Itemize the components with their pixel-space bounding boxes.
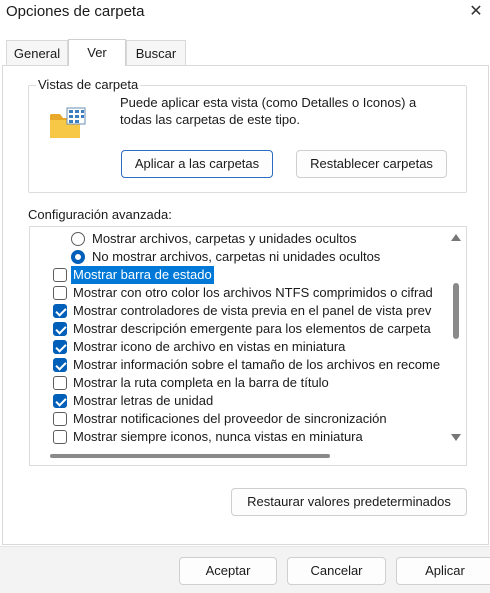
list-item[interactable]: Mostrar descripción emergente para los e…	[30, 320, 446, 338]
folder-views-legend: Vistas de carpeta	[36, 77, 141, 92]
list-item[interactable]: Mostrar letras de unidad	[30, 392, 446, 410]
tab-buscar[interactable]: Buscar	[126, 40, 186, 65]
horizontal-scroll-thumb[interactable]	[50, 454, 330, 458]
checkbox[interactable]	[53, 430, 67, 444]
tab-ver[interactable]: Ver	[68, 39, 126, 66]
checkbox[interactable]	[53, 322, 67, 336]
list-item-label: Mostrar controladores de vista previa en…	[73, 303, 432, 318]
list-item-label: Mostrar con otro color los archivos NTFS…	[73, 285, 433, 300]
list-item[interactable]: Mostrar barra de estado	[30, 266, 446, 284]
apply-to-folders-button[interactable]: Aplicar a las carpetas	[121, 150, 273, 178]
scroll-down-icon[interactable]	[451, 434, 461, 441]
list-item-label: Mostrar archivos, carpetas y unidades oc…	[92, 231, 357, 246]
tab-general[interactable]: General	[6, 40, 68, 65]
reset-folders-button[interactable]: Restablecer carpetas	[296, 150, 447, 178]
tab-strip: General Ver Buscar	[0, 39, 490, 66]
list-item-label: No mostrar archivos, carpetas ni unidade…	[92, 249, 381, 264]
list-item[interactable]: Mostrar información sobre el tamaño de l…	[30, 356, 446, 374]
list-item[interactable]: Mostrar siempre iconos, nunca vistas en …	[30, 428, 446, 446]
advanced-settings-label: Configuración avanzada:	[28, 207, 172, 222]
list-item-label: Mostrar la ruta completa en la barra de …	[73, 375, 329, 390]
folder-icon	[50, 107, 86, 138]
list-item-label: Mostrar información sobre el tamaño de l…	[73, 357, 441, 372]
checkbox[interactable]	[53, 358, 67, 372]
folder-views-description: Puede aplicar esta vista (como Detalles …	[120, 95, 417, 127]
advanced-settings-list[interactable]: Mostrar archivos, carpetas y unidades oc…	[29, 226, 467, 466]
checkbox[interactable]	[53, 376, 67, 390]
list-item[interactable]: Mostrar notificaciones del proveedor de …	[30, 410, 446, 428]
list-item[interactable]: Mostrar controladores de vista previa en…	[30, 302, 446, 320]
checkbox[interactable]	[53, 268, 67, 282]
list-item[interactable]: No mostrar archivos, carpetas ni unidade…	[30, 248, 446, 266]
scroll-up-icon[interactable]	[451, 234, 461, 241]
list-item-label: Mostrar icono de archivo en vistas en mi…	[73, 339, 346, 354]
ok-button[interactable]: Aceptar	[179, 557, 277, 585]
window-title: Opciones de carpeta	[6, 3, 145, 20]
list-item[interactable]: Mostrar con otro color los archivos NTFS…	[30, 284, 446, 302]
checkbox[interactable]	[53, 394, 67, 408]
checkbox[interactable]	[53, 304, 67, 318]
list-item-label: Mostrar letras de unidad	[73, 393, 214, 408]
checkbox[interactable]	[53, 412, 67, 426]
list-item-label: Mostrar barra de estado	[71, 266, 214, 284]
list-item[interactable]: Mostrar archivos, carpetas y unidades oc…	[30, 230, 446, 248]
checkbox[interactable]	[53, 340, 67, 354]
cancel-button[interactable]: Cancelar	[287, 557, 386, 585]
horizontal-scrollbar[interactable]	[30, 447, 446, 465]
list-item-label: Mostrar descripción emergente para los e…	[73, 321, 431, 336]
list-item[interactable]: Mostrar la ruta completa en la barra de …	[30, 374, 446, 392]
vertical-scrollbar[interactable]	[446, 227, 466, 447]
restore-defaults-button[interactable]: Restaurar valores predeterminados	[231, 488, 467, 516]
close-icon[interactable]: ✕	[464, 1, 488, 23]
list-item[interactable]: Mostrar icono de archivo en vistas en mi…	[30, 338, 446, 356]
checkbox[interactable]	[53, 286, 67, 300]
radio-button[interactable]	[71, 250, 85, 264]
radio-button[interactable]	[71, 232, 85, 246]
apply-button[interactable]: Aplicar	[396, 557, 490, 585]
list-item-label: Mostrar siempre iconos, nunca vistas en …	[73, 429, 363, 444]
list-item-label: Mostrar notificaciones del proveedor de …	[73, 411, 387, 426]
title-bar: Opciones de carpeta ✕	[0, 0, 490, 28]
vertical-scroll-thumb[interactable]	[453, 283, 459, 339]
